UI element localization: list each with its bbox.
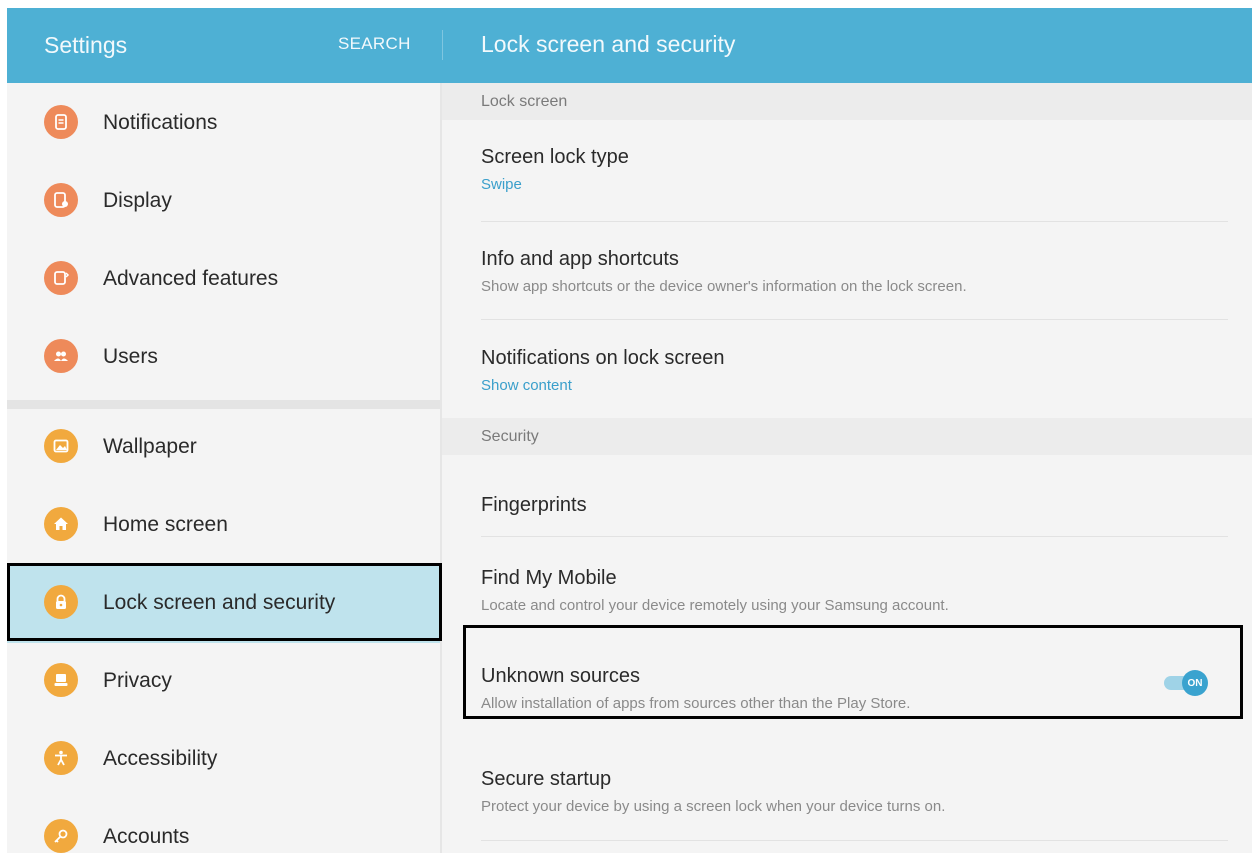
sidebar-item-label: Home screen (103, 513, 228, 536)
setting-value: Swipe (481, 176, 522, 193)
setting-description: Show app shortcuts or the device owner's… (481, 278, 967, 295)
setting-title: Fingerprints (481, 494, 587, 516)
search-button[interactable]: SEARCH (338, 34, 411, 54)
app-header: Settings SEARCH Lock screen and security (7, 8, 1252, 83)
sidebar-item-label: Display (103, 189, 172, 212)
sidebar-item-label: Wallpaper (103, 435, 197, 458)
sidebar-item-label: Accessibility (103, 747, 218, 770)
setting-find-my-mobile[interactable]: Find My Mobile Locate and control your d… (442, 537, 1252, 635)
sidebar-item-privacy[interactable]: Privacy (7, 643, 442, 721)
sidebar-item-label: Privacy (103, 669, 172, 692)
page-title: Lock screen and security (481, 31, 736, 57)
setting-secure-startup[interactable]: Secure startup Protect your device by us… (442, 733, 1252, 841)
setting-title: Notifications on lock screen (481, 347, 725, 369)
toggle-knob: ON (1182, 670, 1208, 696)
settings-detail: Lock screen Screen lock type Swipe Info … (442, 83, 1252, 853)
accessibility-icon (44, 741, 78, 775)
lock-icon (44, 585, 78, 619)
sidebar-item-wallpaper[interactable]: Wallpaper (7, 409, 442, 487)
section-header: Security (442, 418, 1252, 455)
sidebar-item-advanced-features[interactable]: Advanced features (7, 241, 442, 319)
row-divider (481, 840, 1228, 841)
unknown-sources-toggle[interactable]: ON (1164, 670, 1208, 696)
setting-notifications-on-lock-screen[interactable]: Notifications on lock screen Show conten… (442, 320, 1252, 418)
app-title: Settings (44, 32, 128, 58)
notifications-icon (44, 105, 78, 139)
sidebar-item-lock-screen-and-security[interactable]: Lock screen and security (7, 565, 442, 643)
privacy-icon (44, 663, 78, 697)
setting-title: Secure startup (481, 768, 612, 790)
section-header-label: Lock screen (481, 93, 568, 110)
sidebar-item-display[interactable]: Display (7, 163, 442, 241)
setting-title: Unknown sources (481, 665, 640, 687)
users-icon (44, 339, 78, 373)
wallpaper-icon (44, 429, 78, 463)
setting-title: Screen lock type (481, 146, 629, 168)
key-icon (44, 819, 78, 853)
sidebar-item-label: Notifications (103, 111, 218, 134)
sidebar-item-label: Advanced features (103, 267, 279, 290)
setting-fingerprints[interactable]: Fingerprints (442, 455, 1252, 537)
sidebar: Notifications Display Advanced features … (7, 83, 442, 853)
group-divider (7, 400, 442, 409)
display-icon (44, 183, 78, 217)
sidebar-item-users[interactable]: Users (7, 319, 442, 397)
setting-description: Allow installation of apps from sources … (481, 695, 911, 712)
setting-description: Locate and control your device remotely … (481, 597, 949, 614)
settings-window: Settings SEARCH Lock screen and security… (7, 8, 1252, 853)
section-header-label: Security (481, 428, 539, 445)
sidebar-item-notifications[interactable]: Notifications (7, 85, 442, 163)
setting-value: Show content (481, 377, 572, 394)
setting-description: Protect your device by using a screen lo… (481, 798, 946, 815)
advanced-features-icon (44, 261, 78, 295)
header-divider (442, 30, 443, 60)
setting-unknown-sources[interactable]: Unknown sources Allow installation of ap… (442, 635, 1252, 733)
sidebar-item-accessibility[interactable]: Accessibility (7, 721, 442, 799)
home-icon (44, 507, 78, 541)
setting-title: Find My Mobile (481, 567, 617, 589)
sidebar-item-label: Accounts (103, 825, 190, 848)
sidebar-item-label: Users (103, 345, 158, 368)
section-header: Lock screen (442, 83, 1252, 120)
sidebar-item-label: Lock screen and security (103, 591, 336, 614)
sidebar-item-accounts[interactable]: Accounts (7, 799, 442, 853)
setting-screen-lock-type[interactable]: Screen lock type Swipe (442, 120, 1252, 222)
sidebar-item-home-screen[interactable]: Home screen (7, 487, 442, 565)
setting-title: Info and app shortcuts (481, 248, 679, 270)
setting-info-and-app-shortcuts[interactable]: Info and app shortcuts Show app shortcut… (442, 222, 1252, 320)
